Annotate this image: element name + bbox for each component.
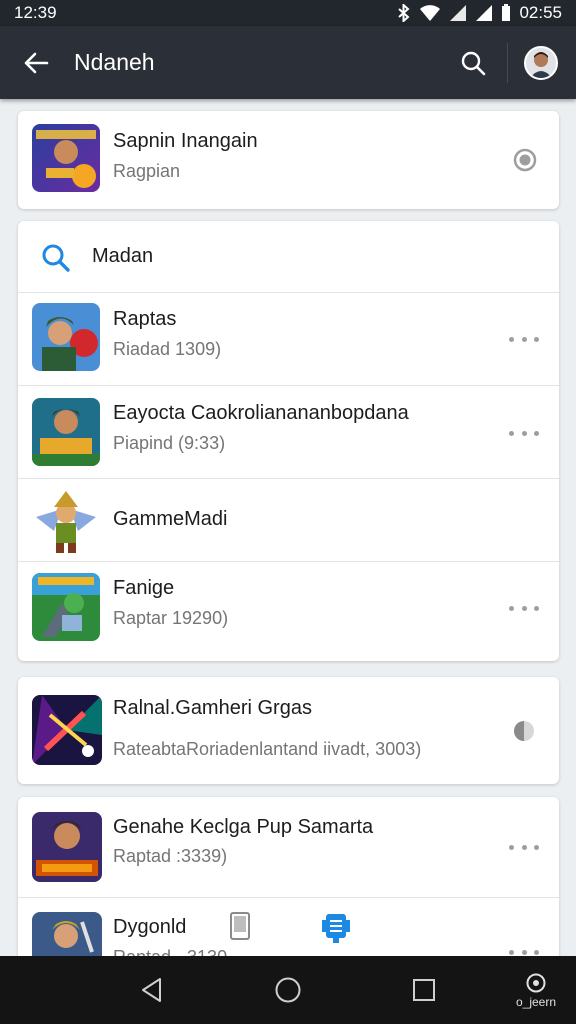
featured-card[interactable]: Sapnin Inangain Ragpian xyxy=(18,111,559,209)
game-art-icon xyxy=(32,812,102,882)
search-button[interactable] xyxy=(453,43,493,83)
nav-recents-button[interactable] xyxy=(402,956,446,1024)
back-button[interactable] xyxy=(18,45,54,81)
battery-icon xyxy=(502,4,511,21)
game-thumbnail xyxy=(32,398,100,466)
featured-game-icon xyxy=(32,124,100,192)
user-avatar-icon xyxy=(526,47,556,78)
game-art-icon xyxy=(32,695,102,765)
item-title: Raptas xyxy=(113,308,177,330)
triangle-back-icon xyxy=(142,978,161,1002)
game-thumbnail xyxy=(32,303,100,371)
item-title: GammeMadi xyxy=(113,508,228,530)
list-item[interactable]: Fanige Raptar 19290) xyxy=(18,562,559,661)
phone-icon[interactable] xyxy=(230,912,250,940)
item-subtitle: Raptad :3339) xyxy=(113,846,228,866)
game-art-icon xyxy=(32,573,100,641)
item-subtitle: Piapind (9:33) xyxy=(113,433,226,453)
status-bar: 12:39 02:55 xyxy=(0,0,576,26)
list-item[interactable]: Raptas Riadad 1309) xyxy=(18,293,559,385)
nav-back-button[interactable] xyxy=(130,956,174,1024)
nav-assistant-button[interactable]: o_jeern xyxy=(506,956,566,1024)
more-icon[interactable] xyxy=(509,329,539,349)
list-item[interactable]: Genahe Keclga Pup Samarta Raptad :3339) xyxy=(18,797,559,897)
more-icon[interactable] xyxy=(509,837,539,857)
item-title: Genahe Keclga Pup Samarta xyxy=(113,816,374,838)
toolbar-divider xyxy=(507,42,508,83)
item-subtitle: RateabtaRoriadenlantand iivadt, 3003) xyxy=(113,739,422,759)
avatar[interactable] xyxy=(524,45,558,80)
page-title: Ndaneh xyxy=(74,49,155,75)
more-icon[interactable] xyxy=(509,598,539,618)
featured-title: Sapnin Inangain xyxy=(113,130,258,152)
wifi-icon xyxy=(420,5,441,21)
status-time: 12:39 xyxy=(14,3,57,22)
item-subtitle: Raptar 19290) xyxy=(113,608,229,628)
game-list-card: Genahe Keclga Pup Samarta Raptad :3339) … xyxy=(18,797,559,967)
game-thumbnail xyxy=(32,812,102,882)
item-title: Ralnal.Gamheri Grgas xyxy=(113,697,312,719)
game-card[interactable]: Ralnal.Gamheri Grgas RateabtaRoriadenlan… xyxy=(18,677,559,784)
square-recents-icon xyxy=(413,979,435,1001)
signal-icon xyxy=(450,5,467,21)
assistant-label: o_jeern xyxy=(515,994,557,1009)
app-toolbar: Ndaneh xyxy=(0,26,576,99)
assistant-icon xyxy=(526,973,546,992)
search-results-card: Madan Raptas Riadad 1309) Eayocta Caokro… xyxy=(18,221,559,661)
item-title: Eayocta Caokrolianananbopdana xyxy=(113,402,409,424)
list-item[interactable]: GammeMadi xyxy=(18,479,559,561)
status-icons: 02:55 xyxy=(397,3,562,23)
nav-home-button[interactable] xyxy=(266,956,310,1024)
game-thumbnail xyxy=(32,695,102,765)
game-art-icon xyxy=(32,487,100,555)
item-subtitle: Riadad 1309) xyxy=(113,339,222,359)
circle-home-icon xyxy=(275,977,301,1003)
game-art-icon xyxy=(32,398,100,466)
game-art-icon xyxy=(32,303,100,371)
status-clock: 02:55 xyxy=(519,3,562,22)
more-icon[interactable] xyxy=(509,423,539,443)
search-text: Madan xyxy=(92,245,154,267)
radio-icon[interactable] xyxy=(513,148,537,172)
half-circle-icon[interactable] xyxy=(513,720,535,742)
device-icon[interactable] xyxy=(320,912,352,944)
signal-icon-2 xyxy=(476,5,493,21)
search-row[interactable]: Madan xyxy=(18,221,559,292)
search-icon xyxy=(42,244,70,272)
list-item[interactable]: Eayocta Caokrolianananbopdana Piapind (9… xyxy=(18,386,559,478)
item-title: Dygonld xyxy=(113,916,187,938)
system-nav-bar: o_jeern xyxy=(0,956,576,1024)
game-thumbnail xyxy=(32,573,100,641)
search-icon xyxy=(461,51,486,75)
game-art-icon xyxy=(32,124,100,192)
item-title: Fanige xyxy=(113,577,175,599)
game-thumbnail xyxy=(32,487,100,555)
bluetooth-icon xyxy=(398,4,410,22)
featured-subtitle: Ragpian xyxy=(113,161,181,181)
arrow-left-icon xyxy=(24,52,49,73)
